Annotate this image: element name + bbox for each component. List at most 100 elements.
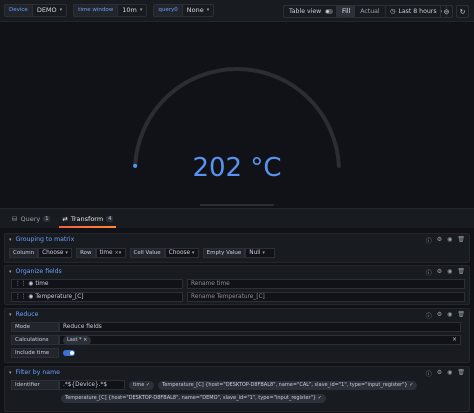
filter-tag[interactable]: Temperature_[C] {host="DESKTOP-D8FBAL8",… <box>61 394 326 403</box>
mode-select[interactable]: Reduce fields <box>59 322 461 332</box>
chevron-down-icon: ▾ <box>139 7 143 13</box>
section-title: Grouping to matrix <box>15 236 75 243</box>
transform-icon: ⇄ <box>62 214 68 223</box>
section-header[interactable]: ▾ Organize fields <box>5 266 469 277</box>
section-header[interactable]: ▾ Filter by name <box>5 367 469 378</box>
filter-tags-row: Temperature_[C] {host="DESKTOP-D8FBAL8",… <box>61 394 326 403</box>
eye-icon[interactable]: ◉ <box>28 294 33 300</box>
eye-icon[interactable]: ◉ <box>28 281 33 287</box>
editor-tabs: ⛁ Query 1 ⇄ Transform 4 <box>0 208 474 228</box>
transform-editor: ▾ Grouping to matrix ⓘ ⚙ ◉ 🗑 Column Choo… <box>0 228 474 413</box>
organize-field-row: ⋮⋮ ◉ Temperature_[C] Rename Temperature_… <box>11 292 465 302</box>
section-header[interactable]: ▾ Grouping to matrix <box>5 234 469 245</box>
rename-input[interactable]: Rename Temperature_[C] <box>187 292 465 302</box>
filter-tag-label: Temperature_[C] {host="DESKTOP-D8FBAL8",… <box>162 381 408 388</box>
help-icon[interactable]: ⓘ <box>426 311 432 320</box>
filter-tag[interactable]: time ✓ <box>129 380 155 390</box>
gauge-track <box>133 67 341 168</box>
chevron-down-icon: ▾ <box>59 7 63 13</box>
actual-button[interactable]: Actual <box>355 6 384 17</box>
clock-icon: ◷ <box>390 8 396 15</box>
section-title: Organize fields <box>15 268 62 275</box>
chevron-down-icon: ▾ <box>262 250 265 256</box>
variable-label-query0: query0 <box>153 4 183 17</box>
mode-value: Reduce fields <box>63 324 102 330</box>
delete-icon[interactable]: 🗑 <box>457 369 465 378</box>
tab-transform-label: Transform <box>70 214 104 223</box>
organize-field-row: ⋮⋮ ◉ time Rename time <box>11 279 465 289</box>
help-icon[interactable]: ⓘ <box>426 236 432 245</box>
debug-icon[interactable]: ⚙ <box>437 268 442 277</box>
clear-icon[interactable]: × <box>452 336 457 344</box>
gauge-threshold-bar <box>200 204 274 206</box>
section-tools: ⓘ ⚙ ◉ 🗑 <box>426 268 465 277</box>
help-icon[interactable]: ⓘ <box>426 268 432 277</box>
rename-input[interactable]: Rename time <box>187 279 465 289</box>
tab-query[interactable]: ⛁ Query 1 <box>6 209 56 229</box>
calculation-tag-label: Last * <box>67 336 82 343</box>
disable-icon[interactable]: ◉ <box>447 369 452 378</box>
cell-value-select[interactable]: Choose ▾ <box>164 248 199 258</box>
variable-label-time-window: time window <box>73 4 119 17</box>
column-value: Choose <box>42 250 64 256</box>
tab-query-count: 1 <box>43 215 51 222</box>
identifier-input[interactable]: .*${Device}.*$ <box>59 380 125 390</box>
variable-value-time-window: 10m <box>122 6 137 14</box>
field-name-temperature[interactable]: ⋮⋮ ◉ Temperature_[C] <box>11 292 183 302</box>
section-title: Filter by name <box>15 369 60 376</box>
variable-select-device[interactable]: DEMO ▾ <box>32 4 68 17</box>
variable-select-time-window[interactable]: 10m ▾ <box>118 4 148 17</box>
variable-value-query0: None <box>186 6 204 14</box>
gauge-panel: 202 °C <box>0 23 474 207</box>
time-range-picker[interactable]: ◷ Last 8 hours ▾ <box>385 5 448 18</box>
database-icon: ⛁ <box>12 214 18 223</box>
drag-handle-icon[interactable]: ⋮⋮ <box>15 294 27 300</box>
delete-icon[interactable]: 🗑 <box>457 268 465 277</box>
close-icon[interactable]: × <box>83 337 87 343</box>
tab-transform-count: 4 <box>106 215 114 222</box>
table-view-toggle[interactable]: Table view <box>283 5 340 18</box>
cell-value-label: Cell Value <box>129 248 165 258</box>
calculations-select[interactable]: Last * × × <box>59 335 461 345</box>
transform-organize-fields: ▾ Organize fields ⓘ ⚙ ◉ 🗑 ⋮⋮ ◉ time Rena… <box>4 265 470 305</box>
column-label: Column <box>9 248 39 258</box>
include-time-switch[interactable] <box>63 350 75 356</box>
section-header[interactable]: ▾ Reduce <box>5 309 469 320</box>
zoom-out-button[interactable]: ⊖ <box>440 5 453 18</box>
fill-button[interactable]: Fill <box>337 6 356 17</box>
filter-tag[interactable]: Temperature_[C] {host="DESKTOP-D8FBAL8",… <box>158 380 418 390</box>
time-range-label: Last 8 hours <box>398 8 437 15</box>
delete-icon[interactable]: 🗑 <box>457 311 465 320</box>
disable-icon[interactable]: ◉ <box>447 311 452 320</box>
tab-transform[interactable]: ⇄ Transform 4 <box>56 209 119 229</box>
debug-icon[interactable]: ⚙ <box>437 236 442 245</box>
empty-value-select[interactable]: Null ▾ <box>245 248 276 258</box>
help-icon[interactable]: ⓘ <box>426 369 432 378</box>
grouping-fields: Column Choose ▾ Row time ×▾ Cell Value C… <box>9 248 276 258</box>
fill-actual-segment: Fill Actual <box>336 5 386 18</box>
field-name-time[interactable]: ⋮⋮ ◉ time <box>11 279 183 289</box>
debug-icon[interactable]: ⚙ <box>437 369 442 378</box>
section-title: Reduce <box>15 311 39 318</box>
disable-icon[interactable]: ◉ <box>447 236 452 245</box>
debug-icon[interactable]: ⚙ <box>437 311 442 320</box>
variable-select-query0[interactable]: None ▾ <box>182 4 215 17</box>
calculations-label: Calculations <box>11 335 59 345</box>
chevron-down-icon: ▾ <box>191 250 195 256</box>
filter-tag-label: Temperature_[C] {host="DESKTOP-D8FBAL8",… <box>65 395 317 401</box>
reduce-calc-row: Calculations Last * × × <box>11 335 461 345</box>
variable-label-device: Device <box>4 4 33 17</box>
delete-icon[interactable]: 🗑 <box>457 236 465 245</box>
drag-handle-icon[interactable]: ⋮⋮ <box>15 281 27 287</box>
variable-value-device: DEMO <box>36 6 57 14</box>
transform-filter-by-name: ▾ Filter by name ⓘ ⚙ ◉ 🗑 Identifier .*${… <box>4 366 470 412</box>
row-select[interactable]: time ×▾ <box>95 248 126 258</box>
include-time-label: Include time <box>11 348 59 358</box>
row-label: Row <box>76 248 96 258</box>
refresh-button[interactable]: ↻ <box>456 5 469 18</box>
disable-icon[interactable]: ◉ <box>447 268 452 277</box>
column-select[interactable]: Choose ▾ <box>38 248 73 258</box>
toggle-switch[interactable] <box>325 9 334 14</box>
section-tools: ⓘ ⚙ ◉ 🗑 <box>426 311 465 320</box>
filter-identifier-row: Identifier .*${Device}.*$ time ✓ Tempera… <box>11 380 418 390</box>
